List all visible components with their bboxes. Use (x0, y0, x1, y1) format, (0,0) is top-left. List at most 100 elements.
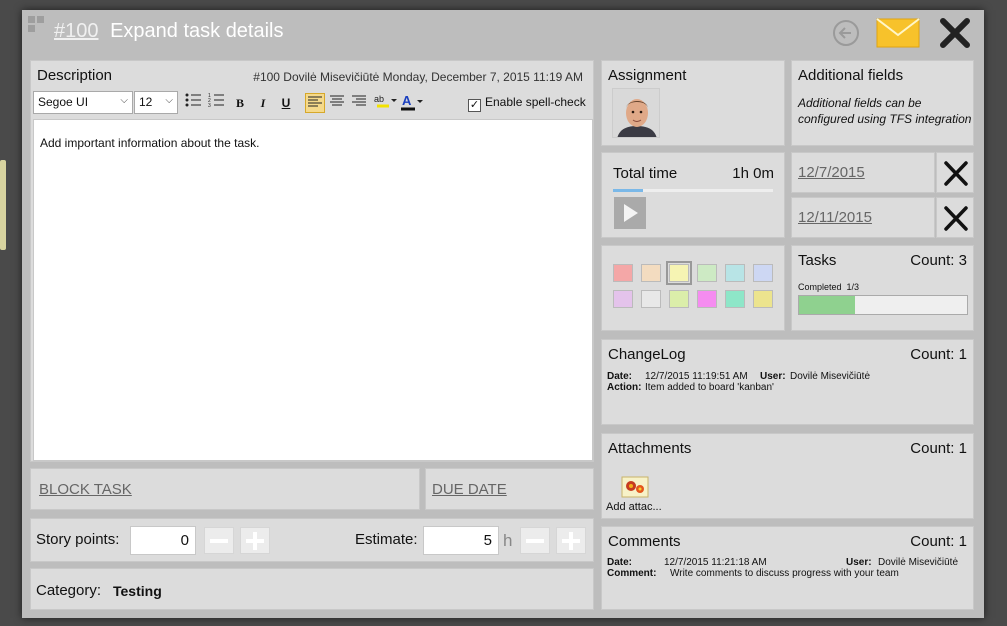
date-link[interactable]: 12/7/2015 (798, 164, 865, 181)
comment-user: User: (846, 557, 872, 568)
color-swatch[interactable] (697, 290, 717, 308)
changelog-user-value: Dovilė Misevičiūtė (790, 371, 871, 382)
task-number-link[interactable]: #100 (54, 20, 99, 42)
title-bar: #100 Expand task details (22, 10, 984, 56)
spellcheck-label: Enable spell-check (485, 95, 586, 109)
story-points-increment[interactable] (240, 527, 270, 554)
align-left-icon[interactable] (305, 93, 325, 113)
attachments-panel: Attachments Count: 1 Add attac... (601, 433, 974, 519)
description-title: Description (37, 67, 113, 84)
numbered-list-icon[interactable]: 123 (206, 93, 226, 113)
assignment-title: Assignment (608, 67, 687, 84)
block-task-panel[interactable]: BLOCK TASK (30, 468, 420, 510)
color-swatch[interactable] (753, 290, 773, 308)
tasks-completed-value: 1/3 (846, 282, 860, 292)
time-progress-fill (613, 189, 643, 192)
estimate-decrement[interactable] (520, 527, 550, 554)
changelog-action-label: Action: (607, 382, 642, 393)
color-swatch[interactable] (725, 290, 745, 308)
estimate-input[interactable]: 5 (423, 526, 499, 555)
estimate-unit: h (503, 531, 513, 550)
svg-text:A: A (402, 93, 412, 108)
comment-user-value: Dovilė Misevičiūtė (878, 557, 959, 568)
font-size-select[interactable]: 12 ⌵ (134, 91, 178, 114)
bold-icon[interactable]: B (230, 93, 250, 113)
page-title: #100 Expand task details (54, 20, 284, 43)
tasks-completed: Completed 1/3 (798, 282, 859, 292)
additional-fields-panel: Additional fields Additional fields can … (791, 60, 974, 146)
color-swatch[interactable] (697, 264, 717, 282)
color-swatch[interactable] (669, 290, 689, 308)
close-icon[interactable] (938, 16, 972, 55)
close-icon (944, 161, 968, 186)
estimation-panel: Story points: 0 Estimate: 5 h (30, 518, 594, 562)
chevron-down-icon: ⌵ (165, 95, 173, 106)
editor-toolbar: Segoe UI ⌵ 12 ⌵ 123 B I U ab A ✓ Enable … (33, 89, 593, 115)
changelog-user-label: User: (760, 371, 786, 382)
color-swatch[interactable] (641, 290, 661, 308)
font-family-select[interactable]: Segoe UI ⌵ (33, 91, 133, 114)
additional-fields-note: Additional fields can be configured usin… (798, 96, 972, 126)
italic-icon[interactable]: I (253, 93, 273, 113)
date-row[interactable]: 12/11/2015 (791, 197, 935, 238)
comment-text: Write comments to discuss progress with … (670, 568, 899, 579)
changelog-date-value: 12/7/2015 11:19:51 AM (645, 371, 748, 382)
story-points-input[interactable]: 0 (130, 526, 196, 555)
category-value[interactable]: Testing (113, 583, 162, 599)
comments-title: Comments (608, 533, 681, 550)
bullet-list-icon[interactable] (183, 93, 203, 113)
changelog-action-value: Item added to board 'kanban' (645, 382, 774, 393)
description-content: Add important information about the task… (40, 136, 260, 150)
font-size-value: 12 (139, 95, 153, 109)
svg-text:3: 3 (208, 103, 211, 107)
color-swatch[interactable] (753, 264, 773, 282)
category-panel[interactable]: Category: Testing (30, 568, 594, 610)
font-color-icon[interactable]: A (399, 93, 425, 113)
estimate-increment[interactable] (556, 527, 586, 554)
remove-date-button[interactable] (936, 197, 974, 238)
task-title: Expand task details (110, 20, 284, 42)
spellcheck-checkbox[interactable]: ✓ (468, 99, 481, 112)
description-panel: Description #100 Dovilė Misevičiūtė Mond… (30, 60, 594, 462)
comments-panel: Comments Count: 1 Date: 12/7/2015 11:21:… (601, 526, 974, 610)
back-icon[interactable] (832, 19, 860, 52)
remove-date-button[interactable] (936, 152, 974, 193)
block-task-button[interactable]: BLOCK TASK (39, 481, 132, 498)
highlight-color-icon[interactable]: ab (373, 93, 399, 113)
email-icon[interactable] (876, 18, 920, 53)
color-swatch[interactable] (613, 290, 633, 308)
align-center-icon[interactable] (327, 93, 347, 113)
tasks-panel: Tasks Count: 3 Completed 1/3 (791, 245, 974, 331)
additional-fields-title: Additional fields (798, 67, 904, 84)
add-attachment-icon[interactable] (620, 475, 650, 499)
tasks-title: Tasks (798, 252, 837, 269)
align-right-icon[interactable] (349, 93, 369, 113)
avatar[interactable] (612, 88, 660, 138)
date-row[interactable]: 12/7/2015 (791, 152, 935, 193)
color-swatch[interactable] (725, 264, 745, 282)
comment-user-label: User: (846, 557, 872, 568)
story-points-decrement[interactable] (204, 527, 234, 554)
date-link[interactable]: 12/11/2015 (798, 209, 872, 226)
color-swatch[interactable] (613, 264, 633, 282)
add-attachment-label[interactable]: Add attac... (606, 501, 662, 513)
time-progress-track (613, 189, 773, 192)
underline-icon[interactable]: U (276, 93, 296, 113)
total-time-panel: Total time 1h 0m (601, 152, 785, 238)
background-card (0, 160, 6, 250)
comment-date-value: 12/7/2015 11:21:18 AM (664, 557, 767, 568)
description-editor[interactable]: Add important information about the task… (33, 119, 593, 461)
changelog-action: Action: (607, 382, 641, 393)
due-date-panel[interactable]: DUE DATE (425, 468, 594, 510)
spellcheck-toggle[interactable]: ✓ Enable spell-check (468, 95, 586, 112)
close-icon (944, 206, 968, 231)
changelog-date-label: Date: (607, 371, 633, 382)
play-icon[interactable] (614, 197, 646, 229)
color-swatch[interactable] (666, 261, 692, 285)
grip-icon[interactable] (28, 16, 46, 34)
due-date-button[interactable]: DUE DATE (432, 481, 507, 498)
comment-label-text: Comment: (607, 568, 657, 579)
color-swatch[interactable] (641, 264, 661, 282)
tasks-count: Count: 3 (910, 252, 967, 269)
comments-count: Count: 1 (910, 533, 967, 550)
